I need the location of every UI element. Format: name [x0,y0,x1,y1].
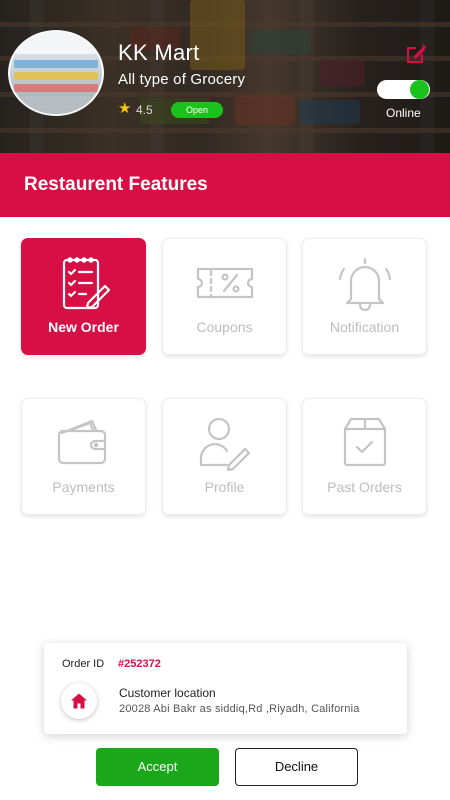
accept-button[interactable]: Accept [96,748,219,786]
box-check-icon [343,417,386,467]
status-badge: Open [171,102,223,118]
feature-label: Notification [329,319,400,335]
feature-label: Profile [204,479,245,495]
feature-label: Past Orders [327,479,402,495]
store-subtitle: All type of Grocery [118,71,246,88]
feature-notification[interactable]: Notification [302,238,427,355]
feature-past-orders[interactable]: Past Orders [302,398,427,515]
features-banner: Restaurent Features [0,153,450,217]
location-address: 20028 Abi Bakr as siddiq,Rd ,Riyadh, Cal… [119,703,360,715]
online-label: Online [386,106,421,120]
store-avatar [8,30,104,116]
wallet-icon [57,419,106,465]
feature-label: Coupons [196,319,253,335]
feature-coupons[interactable]: Coupons [162,238,287,355]
order-id-label: Order ID [62,658,105,670]
user-edit-icon [199,417,250,471]
feature-label: Payments [52,479,115,495]
rating-value: 4.5 [136,103,153,117]
coupon-icon [196,267,253,299]
feature-payments[interactable]: Payments [21,398,146,515]
store-name: KK Mart [118,40,200,65]
order-id-value: #252372 [118,658,161,670]
home-icon [61,683,97,719]
clipboard-checklist-icon [62,257,110,310]
feature-label: New Order [48,319,119,335]
feature-new-order[interactable]: New Order [21,238,146,355]
feature-profile[interactable]: Profile [162,398,287,515]
page-title: Restaurent Features [24,174,208,195]
bell-icon [338,257,391,311]
star-icon: ★ [118,100,132,117]
online-toggle[interactable] [377,80,430,99]
incoming-order-card: Order ID #252372 Customer location 20028… [44,643,407,734]
decline-button[interactable]: Decline [235,748,358,786]
location-title: Customer location [119,686,216,700]
edit-icon[interactable] [404,42,428,66]
